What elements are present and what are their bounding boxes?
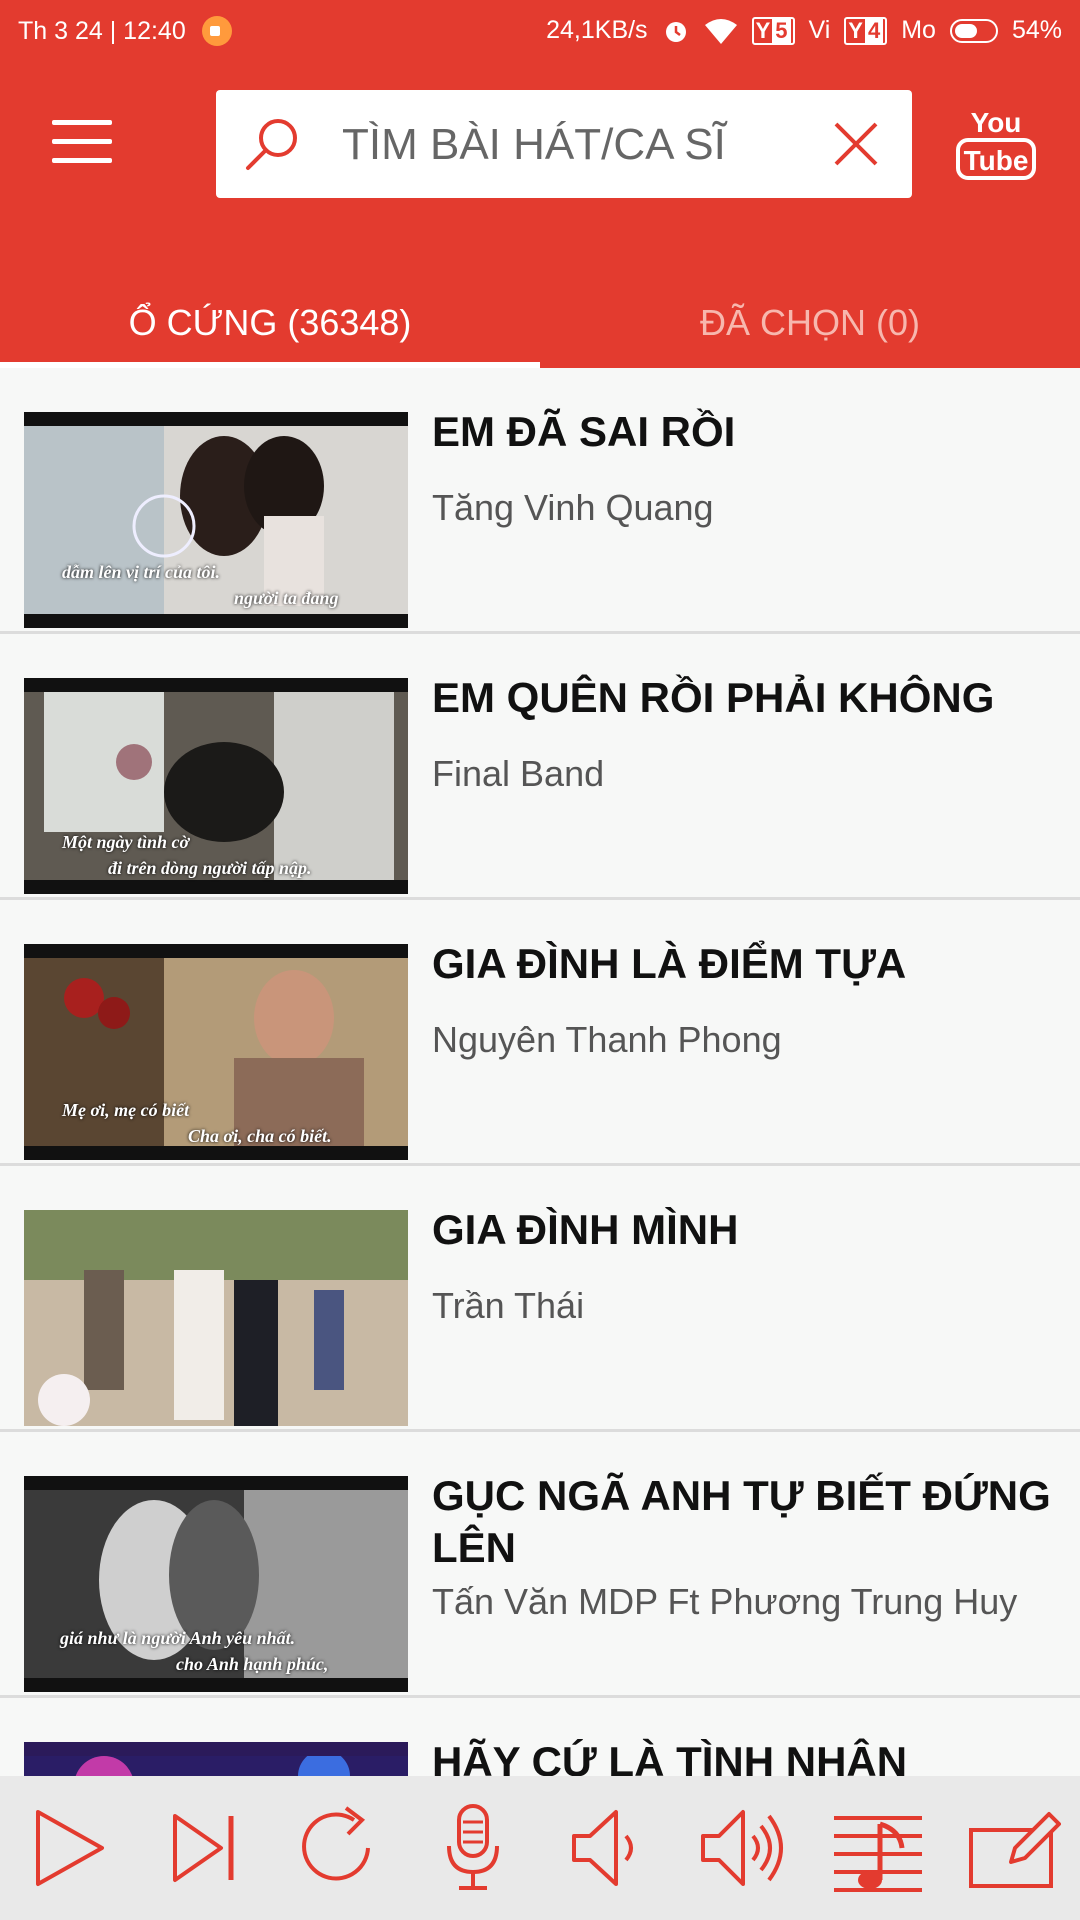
song-thumbnail: dẫm lên vị trí của tôi. người ta đang: [24, 412, 408, 628]
lyric-line: cho Anh hạnh phúc,: [176, 1654, 329, 1674]
status-datetime: Th 3 24 | 12:40: [18, 16, 186, 45]
song-title: HÃY CỨ LÀ TÌNH NHÂN: [432, 1738, 908, 1776]
song-thumbnail: Một ngày tình cờ đi trên dòng người tấp …: [24, 678, 408, 894]
song-title: GIA ĐÌNH LÀ ĐIỂM TỰA: [432, 940, 907, 987]
volume-down-icon[interactable]: [558, 1798, 658, 1898]
music-score-icon[interactable]: [828, 1798, 928, 1898]
battery-percent: 54%: [1011, 16, 1062, 44]
wifi-icon: [704, 18, 737, 44]
lyric-line: Cha ơi, cha có biết.: [188, 1126, 332, 1146]
list-item[interactable]: giá như là người Anh yêu nhất. cho Anh h…: [0, 1432, 1080, 1698]
svg-text:Tube: Tube: [964, 145, 1029, 176]
tab-hard-drive[interactable]: Ổ CỨNG (36348): [0, 280, 540, 368]
edit-icon[interactable]: [963, 1798, 1063, 1898]
list-item[interactable]: dẫm lên vị trí của tôi. người ta đang EM…: [0, 368, 1080, 634]
microphone-icon[interactable]: [423, 1798, 523, 1898]
list-item[interactable]: HÃY CỨ LÀ TÌNH NHÂN: [0, 1698, 1080, 1776]
skip-next-icon[interactable]: [153, 1798, 253, 1898]
song-thumbnail: Mẹ ơi, mẹ có biết Cha ơi, cha có biết.: [24, 944, 408, 1160]
battery-icon: [949, 18, 998, 43]
svg-text:You: You: [971, 107, 1022, 138]
list-item[interactable]: Mẹ ơi, mẹ có biết Cha ơi, cha có biết. G…: [0, 900, 1080, 1166]
song-list[interactable]: dẫm lên vị trí của tôi. người ta đang EM…: [0, 368, 1080, 1776]
screen-record-icon: [201, 16, 232, 46]
sim1-signal-icon: Y5: [751, 16, 795, 45]
close-icon[interactable]: [830, 118, 882, 170]
youtube-icon[interactable]: You Tube: [954, 102, 1038, 186]
network-speed: 24,1KB/s: [546, 16, 648, 44]
lyric-line: giá như là người Anh yêu nhất.: [60, 1628, 296, 1648]
play-icon[interactable]: [18, 1798, 118, 1898]
tab-selected[interactable]: ĐÃ CHỌN (0): [540, 280, 1080, 368]
search-input[interactable]: [340, 114, 764, 176]
song-title: GIA ĐÌNH MÌNH: [432, 1206, 739, 1253]
search-icon[interactable]: [240, 112, 304, 176]
song-artist: Trần Thái: [432, 1285, 585, 1326]
replay-icon[interactable]: [288, 1798, 388, 1898]
sim2-carrier: Mo: [901, 16, 936, 44]
song-artist: Nguyên Thanh Phong: [432, 1019, 782, 1060]
song-artist: Final Band: [432, 753, 605, 794]
song-artist: Tấn Văn MDP Ft Phương Trung Huy: [432, 1581, 1018, 1622]
list-item[interactable]: GIA ĐÌNH MÌNH Trần Thái: [0, 1166, 1080, 1432]
song-title: EM QUÊN RỒI PHẢI KHÔNG: [432, 674, 995, 721]
app-header: You Tube Ổ CỨNG (36348) ĐÃ CHỌN (0): [0, 58, 1080, 368]
tab-bar: Ổ CỨNG (36348) ĐÃ CHỌN (0): [0, 280, 1080, 368]
alarm-icon: [665, 21, 686, 42]
search-box: [216, 90, 912, 198]
song-title: GỤC NGÃ ANH TỰ BIẾT ĐỨNG LÊN: [432, 1472, 1051, 1571]
status-bar: Th 3 24 | 12:40 24,1KB/s Y5 Vi Y4 Mo 54%: [0, 0, 1080, 58]
lyric-line: đi trên dòng người tấp nập.: [108, 858, 312, 878]
sim1-carrier: Vi: [808, 16, 831, 44]
sim2-signal-icon: Y4: [844, 16, 888, 45]
song-thumbnail: [24, 1742, 408, 1776]
volume-up-icon[interactable]: [693, 1798, 793, 1898]
menu-icon[interactable]: [52, 120, 112, 164]
song-thumbnail: [24, 1210, 408, 1426]
list-item[interactable]: Một ngày tình cờ đi trên dòng người tấp …: [0, 634, 1080, 900]
lyric-line: dẫm lên vị trí của tôi.: [62, 562, 221, 582]
song-artist: Tăng Vinh Quang: [432, 487, 714, 528]
lyric-line: Mẹ ơi, mẹ có biết: [62, 1100, 190, 1120]
lyric-line: Một ngày tình cờ: [62, 832, 190, 852]
lyric-line: người ta đang: [234, 588, 339, 608]
player-toolbar: [0, 1776, 1080, 1920]
song-title: EM ĐÃ SAI RỒI: [432, 408, 736, 455]
song-thumbnail: giá như là người Anh yêu nhất. cho Anh h…: [24, 1476, 408, 1692]
